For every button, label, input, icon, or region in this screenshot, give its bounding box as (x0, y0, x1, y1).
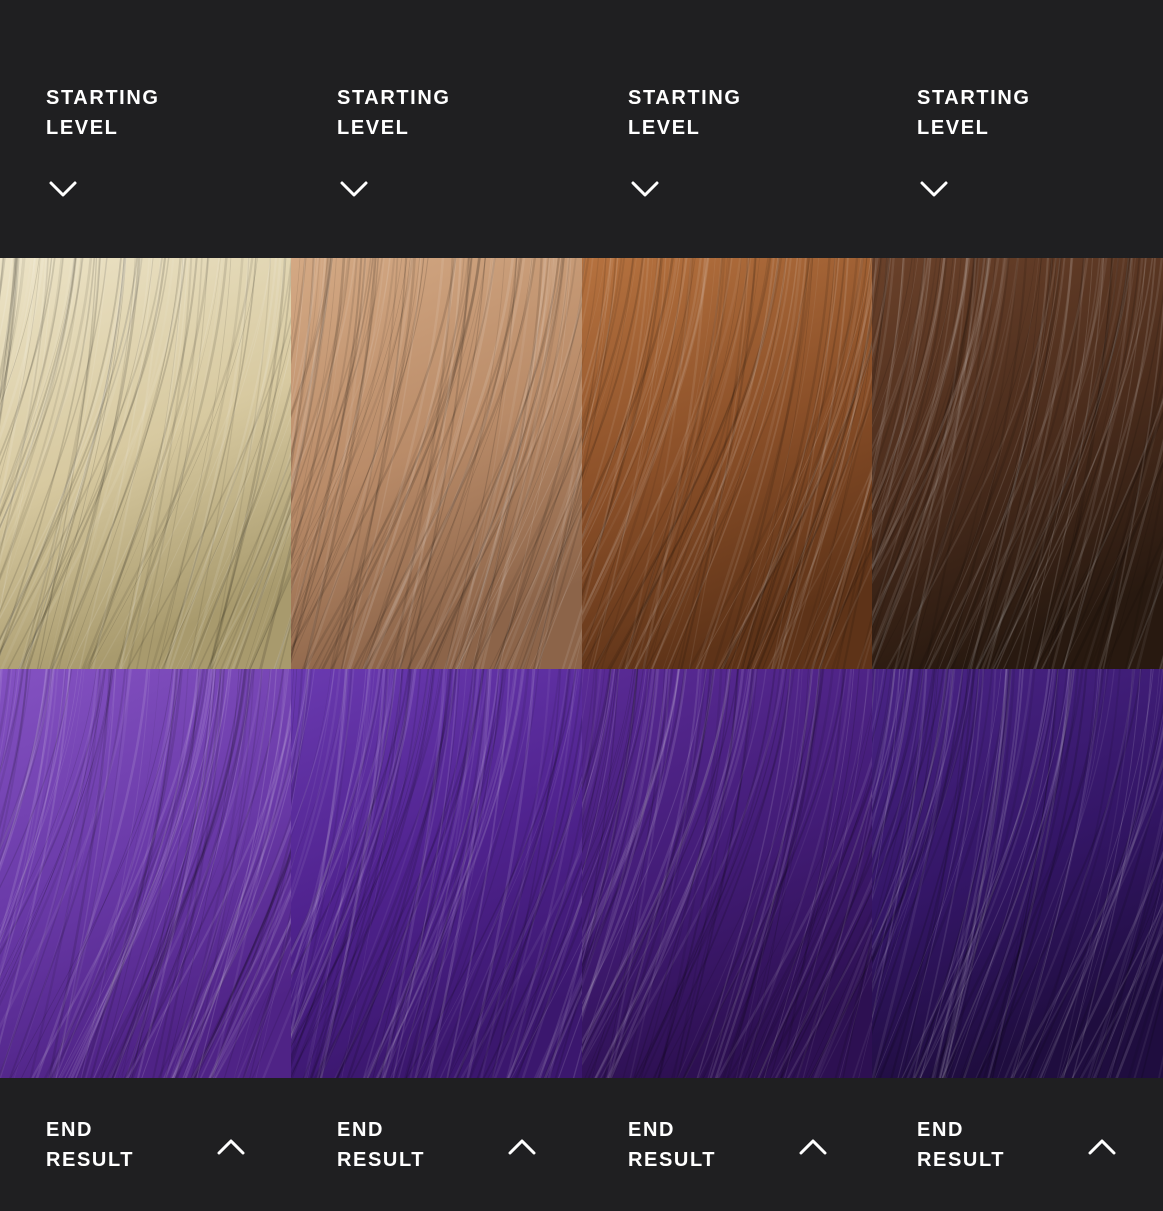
end-result-label: END RESULT (46, 1119, 135, 1171)
end-result-hair-swatch (872, 669, 1163, 1078)
end-result-hair-swatch (582, 669, 872, 1078)
end-result-hair-swatch (291, 669, 582, 1078)
chevron-down-icon[interactable] (630, 180, 660, 200)
chevron-up-icon[interactable] (216, 1136, 246, 1156)
starting-hair-swatch (872, 258, 1163, 669)
chevron-down-icon[interactable] (48, 180, 78, 200)
starting-hair-swatch (291, 258, 582, 669)
starting-level-label: STARTING LEVEL (46, 87, 160, 139)
chevron-up-icon[interactable] (798, 1136, 828, 1156)
starting-hair-swatch (582, 258, 872, 669)
starting-level-label: STARTING LEVEL (337, 87, 451, 139)
chevron-up-icon[interactable] (1087, 1136, 1117, 1156)
chevron-up-icon[interactable] (507, 1136, 537, 1156)
end-result-label: END RESULT (917, 1119, 1006, 1171)
end-result-label: END RESULT (337, 1119, 426, 1171)
end-result-footer: END RESULT END RESULT END RESULT END RES… (0, 1078, 1163, 1211)
chevron-down-icon[interactable] (919, 180, 949, 200)
end-result-hair-swatch (0, 669, 291, 1078)
end-result-label: END RESULT (628, 1119, 717, 1171)
starting-hair-swatch (0, 258, 291, 669)
starting-level-label: STARTING LEVEL (628, 87, 742, 139)
chevron-down-icon[interactable] (339, 180, 369, 200)
starting-level-header: STARTING LEVEL STARTING LEVEL STARTING L… (0, 0, 1163, 258)
starting-level-label: STARTING LEVEL (917, 87, 1031, 139)
